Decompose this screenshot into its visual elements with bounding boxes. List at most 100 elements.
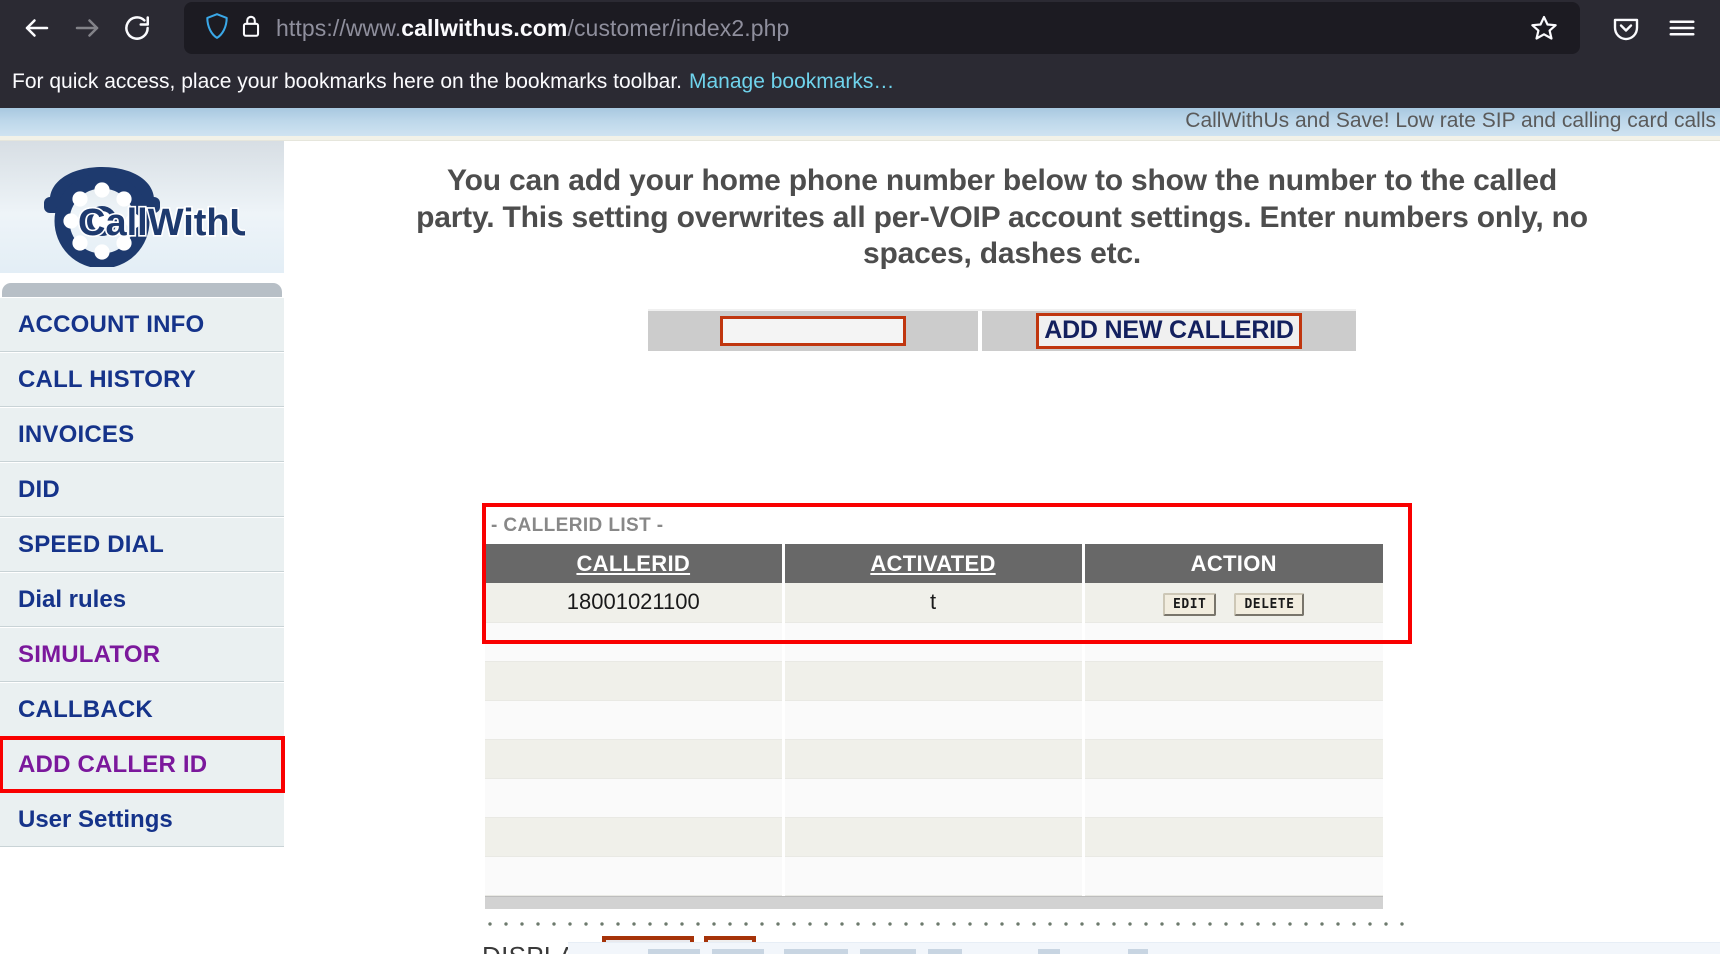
table-horizontal-scrollbar[interactable]: [485, 895, 1383, 909]
cell-empty: [1083, 661, 1383, 701]
cell-empty: [783, 778, 1085, 818]
sidebar-item-label: SIMULATOR: [18, 640, 161, 668]
sidebar-item-label: CALL HISTORY: [18, 365, 196, 393]
edit-button[interactable]: EDIT: [1163, 593, 1217, 617]
cell-empty: [1083, 700, 1383, 740]
site-tagline: CallWithUs and Save! Low rate SIP and ca…: [1185, 109, 1716, 132]
callwithus-logo[interactable]: CallWithUs: [30, 147, 245, 267]
table-row-empty: [485, 739, 1383, 779]
column-header-activated[interactable]: ACTIVATED: [783, 544, 1085, 583]
sidebar-item-speed-dial[interactable]: SPEED DIAL: [0, 517, 284, 572]
url-bar[interactable]: https://www.callwithus.com/customer/inde…: [184, 2, 1580, 54]
add-callerid-form: ADD NEW CALLERID: [648, 308, 1356, 351]
sidebar-nav: ACCOUNT INFO CALL HISTORY INVOICES DID S…: [0, 283, 285, 847]
bookmarks-hint-text: For quick access, place your bookmarks h…: [12, 70, 682, 93]
callerid-table-head: CALLERID ACTIVATED ACTION: [485, 544, 1383, 583]
back-arrow-icon[interactable]: [14, 5, 60, 51]
delete-button[interactable]: DELETE: [1234, 593, 1305, 617]
cell-empty: [485, 817, 785, 857]
sidebar-item-did[interactable]: DID: [0, 462, 284, 517]
add-new-callerid-button[interactable]: ADD NEW CALLERID: [1036, 312, 1302, 349]
cell-empty: [783, 856, 1085, 896]
cell-action: EDIT DELETE: [1083, 583, 1383, 623]
column-header-callerid[interactable]: CALLERID: [485, 544, 785, 583]
sidebar-item-label: User Settings: [18, 805, 173, 833]
callerid-list-section: - CALLERID LIST - CALLERID ACTIVATED ACT…: [482, 503, 1412, 909]
sidebar-item-add-caller-id[interactable]: ADD CALLER ID: [0, 736, 285, 793]
table-row-empty: [485, 817, 1383, 857]
url-text: https://www.callwithus.com/customer/inde…: [276, 14, 790, 41]
logo-panel: CallWithUs: [0, 141, 284, 274]
page-viewport: CallWithUs and Save! Low rate SIP and ca…: [0, 108, 1720, 954]
table-header-row: CALLERID ACTIVATED ACTION: [485, 544, 1383, 583]
logo-wordmark: CallWithUs: [78, 202, 245, 244]
shield-icon[interactable]: [204, 12, 230, 45]
cell-empty: [485, 856, 785, 896]
cell-empty: [485, 700, 785, 740]
cell-empty: [485, 778, 785, 818]
sidebar-item-label: ADD CALLER ID: [18, 750, 208, 778]
table-row-empty: [485, 622, 1383, 662]
browser-chrome: https://www.callwithus.com/customer/inde…: [0, 0, 1720, 108]
browser-right-controls: [1602, 5, 1706, 51]
table-row-empty: [485, 661, 1383, 701]
padlock-icon[interactable]: [240, 13, 262, 44]
callerid-list-caption: - CALLERID LIST -: [491, 515, 664, 536]
dotted-divider: [482, 922, 1412, 926]
callerid-table: CALLERID ACTIVATED ACTION 18001021100 t …: [485, 544, 1383, 896]
sidebar-item-invoices[interactable]: INVOICES: [0, 407, 284, 462]
sidebar-item-callback[interactable]: CALLBACK: [0, 682, 284, 737]
sidebar-item-simulator[interactable]: SIMULATOR: [0, 627, 284, 682]
table-row-empty: [485, 700, 1383, 740]
sidebar: CallWithUs ACCOUNT INFO CALL HISTORY INV…: [0, 141, 285, 954]
sidebar-item-label: SPEED DIAL: [18, 530, 165, 558]
cell-empty: [783, 739, 1085, 779]
cell-empty: [1083, 856, 1383, 896]
cell-empty: [783, 661, 1085, 701]
sidebar-top-cap: [2, 283, 282, 297]
sidebar-item-user-settings[interactable]: User Settings: [0, 792, 284, 847]
cell-empty: [1083, 817, 1383, 857]
callerid-input-cell: [648, 310, 978, 351]
hamburger-menu-icon[interactable]: [1658, 5, 1706, 51]
page-title: You can add your home phone number below…: [416, 164, 1588, 271]
rotary-phone-icon: CallWithUs: [44, 167, 245, 267]
add-button-cell: ADD NEW CALLERID: [978, 310, 1356, 351]
cell-empty: [1083, 739, 1383, 779]
table-row-empty: [485, 778, 1383, 818]
site-top-strip: CallWithUs and Save! Low rate SIP and ca…: [0, 108, 1720, 136]
manage-bookmarks-link[interactable]: Manage bookmarks…: [689, 70, 894, 94]
cell-empty: [783, 700, 1085, 740]
sidebar-item-label: ACCOUNT INFO: [18, 310, 205, 338]
cell-empty: [485, 739, 785, 779]
pocket-icon[interactable]: [1602, 5, 1650, 51]
sidebar-item-label: DID: [18, 475, 60, 503]
reload-icon[interactable]: [114, 5, 160, 51]
sidebar-item-account-info[interactable]: ACCOUNT INFO: [0, 297, 284, 352]
cell-empty: [485, 622, 785, 662]
star-bookmark-icon[interactable]: [1520, 5, 1568, 51]
table-row[interactable]: 18001021100 t EDIT DELETE: [485, 583, 1383, 623]
sidebar-item-call-history[interactable]: CALL HISTORY: [0, 352, 284, 407]
callerid-input[interactable]: [720, 315, 906, 346]
cell-empty: [1083, 622, 1383, 662]
callerid-table-body: 18001021100 t EDIT DELETE: [485, 583, 1383, 896]
forward-arrow-icon[interactable]: [64, 5, 110, 51]
main-content: You can add your home phone number below…: [284, 141, 1720, 954]
content-area: CallWithUs ACCOUNT INFO CALL HISTORY INV…: [0, 141, 1720, 954]
cell-empty: [485, 661, 785, 701]
cell-empty: [783, 622, 1085, 662]
cell-callerid: 18001021100: [485, 583, 785, 623]
bookmarks-toolbar: For quick access, place your bookmarks h…: [0, 56, 1720, 108]
table-row-empty: [485, 856, 1383, 896]
cell-activated: t: [783, 583, 1085, 623]
cell-empty: [1083, 778, 1383, 818]
sidebar-item-dial-rules[interactable]: Dial rules: [0, 572, 284, 627]
sidebar-item-label: INVOICES: [18, 420, 135, 448]
column-header-action: ACTION: [1083, 544, 1383, 583]
sidebar-item-label: CALLBACK: [18, 695, 153, 723]
sidebar-item-label: Dial rules: [18, 585, 127, 613]
footer-sliver: [568, 942, 1720, 954]
cell-empty: [783, 817, 1085, 857]
browser-toolbar: https://www.callwithus.com/customer/inde…: [0, 0, 1720, 56]
